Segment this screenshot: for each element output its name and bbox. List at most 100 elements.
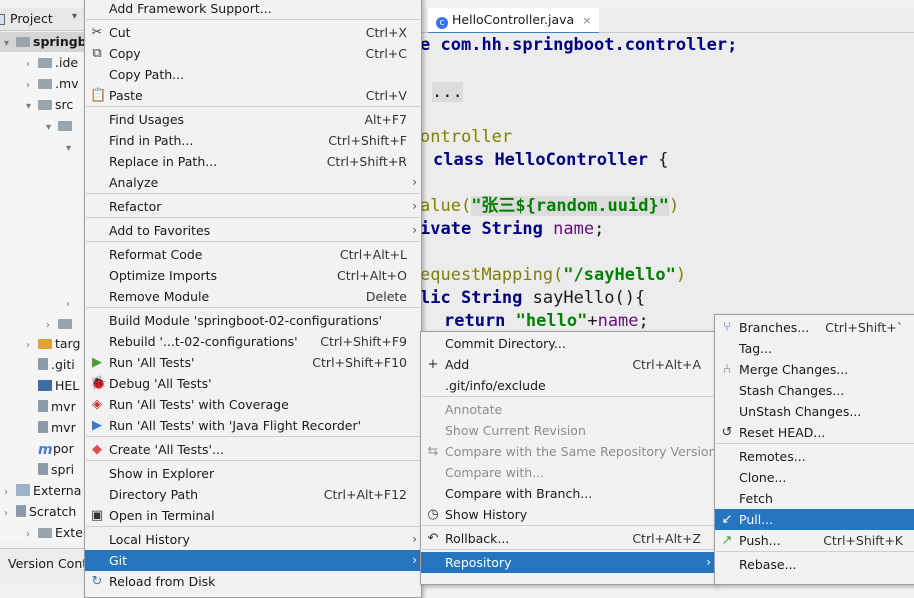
context-menu-item-refactor[interactable]: Refactor › [85, 196, 421, 217]
context-menu-item-add-to-favorites[interactable]: Add to Favorites › [85, 220, 421, 241]
repository-menu-item-fetch[interactable]: Fetch [715, 488, 914, 509]
tree-item[interactable]: spri [0, 460, 90, 480]
version-control-tab[interactable]: Version Cont [8, 556, 87, 571]
git-menu-item-annotate[interactable]: Annotate [421, 399, 715, 420]
menu-item-label: Rollback... [445, 531, 510, 546]
git-menu-item-add[interactable]: + Add Ctrl+Alt+A [421, 354, 715, 375]
repository-menu-item-pull[interactable]: ↙ Pull... [715, 509, 914, 530]
code-line-imports[interactable]: ... [432, 81, 463, 103]
context-menu-item-open-in-terminal[interactable]: ▣ Open in Terminal [85, 505, 421, 526]
collapsed-arrow-icon[interactable]: › [4, 504, 16, 524]
git-menu-item-compare-with-the-same-repository-version[interactable]: ⇆ Compare with the Same Repository Versio… [421, 441, 717, 462]
collapsed-arrow-icon[interactable]: › [66, 295, 78, 315]
context-menu-item-find-usages[interactable]: Find Usages Alt+F7 [85, 109, 421, 130]
collapsed-arrow-icon[interactable]: › [4, 483, 16, 503]
context-menu-item-reload-from-disk[interactable]: ↻ Reload from Disk [85, 571, 421, 592]
git-menu-item-compare-with[interactable]: Compare with... [421, 462, 715, 483]
expanded-arrow-icon[interactable]: ▾ [66, 139, 78, 159]
git-menu-item-show-history[interactable]: ◷ Show History [421, 504, 715, 525]
context-menu-item-paste[interactable]: 📋 Paste Ctrl+V [85, 85, 421, 106]
context-menu-item-directory-path[interactable]: Directory Path Ctrl+Alt+F12 [85, 484, 421, 505]
collapsed-arrow-icon[interactable]: › [26, 55, 38, 75]
context-menu-item-cut[interactable]: ✂ Cut Ctrl+X [85, 22, 421, 43]
tree-item[interactable]: › .ide [0, 53, 90, 73]
repository-menu-item-branches[interactable]: ⑂ Branches... Ctrl+Shift+` [715, 317, 914, 338]
context-menu-item-debug-all-tests[interactable]: 🐞 Debug 'All Tests' [85, 373, 421, 394]
context-menu-item-rebuild-t-02-configurations[interactable]: Rebuild '...t-02-configurations' Ctrl+Shi… [85, 331, 421, 352]
context-menu-item-git[interactable]: Git › [85, 550, 421, 571]
submenu-arrow-icon: › [412, 223, 417, 237]
tree-item-label: spri [51, 462, 75, 477]
repository-menu-item-tag[interactable]: Tag... [715, 338, 914, 359]
tree-item[interactable]: › .mv [0, 74, 90, 94]
context-menu-item-add-framework-support[interactable]: Add Framework Support... [85, 0, 421, 19]
menu-item-label: Find Usages [109, 112, 185, 127]
reset-icon: ↺ [721, 425, 733, 440]
context-menu-item-run-all-tests-with-java-flight-recorder[interactable]: ▶ Run 'All Tests' with 'Java Flight Recor… [85, 415, 421, 436]
repository-menu-item-unstash-changes[interactable]: UnStash Changes... [715, 401, 914, 422]
context-menu-item-copy[interactable]: ⧉ Copy Ctrl+C [85, 43, 421, 64]
collapsed-arrow-icon[interactable]: › [46, 316, 58, 336]
tree-item[interactable]: HEL [0, 376, 90, 396]
tree-item[interactable]: ▾ src [0, 95, 90, 115]
git-menu-item-repository[interactable]: Repository › [421, 552, 715, 573]
expanded-arrow-icon[interactable]: ▾ [4, 34, 16, 54]
git-menu-item-show-current-revision[interactable]: Show Current Revision [421, 420, 715, 441]
scratch-icon [16, 505, 26, 517]
context-menu-item-create-all-tests[interactable]: ◆ Create 'All Tests'... [85, 439, 421, 460]
collapsed-arrow-icon[interactable]: › [26, 336, 38, 356]
repository-menu-item-reset-head[interactable]: ↺ Reset HEAD... [715, 422, 914, 443]
repository-menu-item-rebase[interactable]: Rebase... [715, 554, 914, 575]
context-menu-item-optimize-imports[interactable]: Optimize Imports Ctrl+Alt+O [85, 265, 421, 286]
git-menu-item-git-info-exclude[interactable]: .git/info/exclude [421, 375, 715, 396]
collapsed-arrow-icon[interactable]: › [26, 76, 38, 96]
git-menu-item-rollback[interactable]: ↶ Rollback... Ctrl+Alt+Z [421, 528, 715, 549]
context-menu-item-show-in-explorer[interactable]: Show in Explorer [85, 463, 421, 484]
tree-item[interactable]: › Externa [0, 481, 90, 501]
chevron-down-icon[interactable]: ▾ [72, 11, 77, 22]
context-menu-item-local-history[interactable]: Local History › [85, 529, 421, 550]
tree-item[interactable]: mvr [0, 397, 90, 417]
context-menu-item-find-in-path[interactable]: Find in Path... Ctrl+Shift+F [85, 130, 421, 151]
tree-item[interactable]: › [0, 293, 90, 313]
tree-item[interactable]: › [0, 314, 90, 334]
tree-item[interactable]: ▾ [0, 137, 90, 157]
tree-item[interactable]: ▾ springb [0, 32, 90, 52]
context-menu-item-build-module-springboot-02-configurations[interactable]: Build Module 'springboot-02-configuratio… [85, 310, 421, 331]
tree-item[interactable]: mpor [0, 439, 90, 459]
close-icon[interactable]: × [582, 14, 591, 27]
tree-item[interactable]: ▾ [0, 116, 90, 136]
context-menu-item-analyze[interactable]: Analyze › [85, 172, 421, 193]
collapsed-arrow-icon[interactable]: › [26, 525, 38, 545]
git-menu-item-compare-with-branch[interactable]: Compare with Branch... [421, 483, 715, 504]
context-menu-item-reformat-code[interactable]: Reformat Code Ctrl+Alt+L [85, 244, 421, 265]
repository-menu-item-clone[interactable]: Clone... [715, 467, 914, 488]
menu-separator [86, 241, 420, 242]
tree-item[interactable]: › Exte [0, 523, 90, 543]
submenu-arrow-icon: › [412, 175, 417, 189]
tree-item-label: mvr [51, 399, 76, 414]
debug-icon: 🐞 [90, 376, 107, 391]
repository-menu-item-remotes[interactable]: Remotes... [715, 446, 914, 467]
menu-item-label: Pull... [739, 512, 774, 527]
tree-item[interactable]: › targ [0, 334, 90, 354]
context-menu-item-replace-in-path[interactable]: Replace in Path... Ctrl+Shift+R [85, 151, 421, 172]
pull-icon: ↙ [721, 512, 733, 527]
tree-item[interactable]: .giti [0, 355, 90, 375]
context-menu-item-run-all-tests[interactable]: ▶ Run 'All Tests' Ctrl+Shift+F10 [85, 352, 421, 373]
git-menu-item-commit-directory[interactable]: Commit Directory... [421, 333, 715, 354]
project-panel-header[interactable]: Project ▾ [0, 8, 90, 31]
repository-menu-item-push[interactable]: ↗ Push... Ctrl+Shift+K [715, 530, 914, 551]
merge-icon: ⑃ [723, 362, 731, 377]
menu-item-label: Find in Path... [109, 133, 194, 148]
expanded-arrow-icon[interactable]: ▾ [46, 118, 58, 138]
expanded-arrow-icon[interactable]: ▾ [26, 97, 38, 117]
context-menu-item-remove-module[interactable]: Remove Module Delete [85, 286, 421, 307]
context-menu-item-copy-path[interactable]: Copy Path... [85, 64, 421, 85]
tree-item[interactable]: mvr [0, 418, 90, 438]
context-menu-item-run-all-tests-with-coverage[interactable]: ◈ Run 'All Tests' with Coverage [85, 394, 421, 415]
tree-item[interactable]: › Scratch [0, 502, 90, 522]
repository-menu-item-stash-changes[interactable]: Stash Changes... [715, 380, 914, 401]
repository-menu-item-merge-changes[interactable]: ⑃ Merge Changes... [715, 359, 914, 380]
tab-hello-controller[interactable]: c HelloController.java × [428, 8, 600, 35]
